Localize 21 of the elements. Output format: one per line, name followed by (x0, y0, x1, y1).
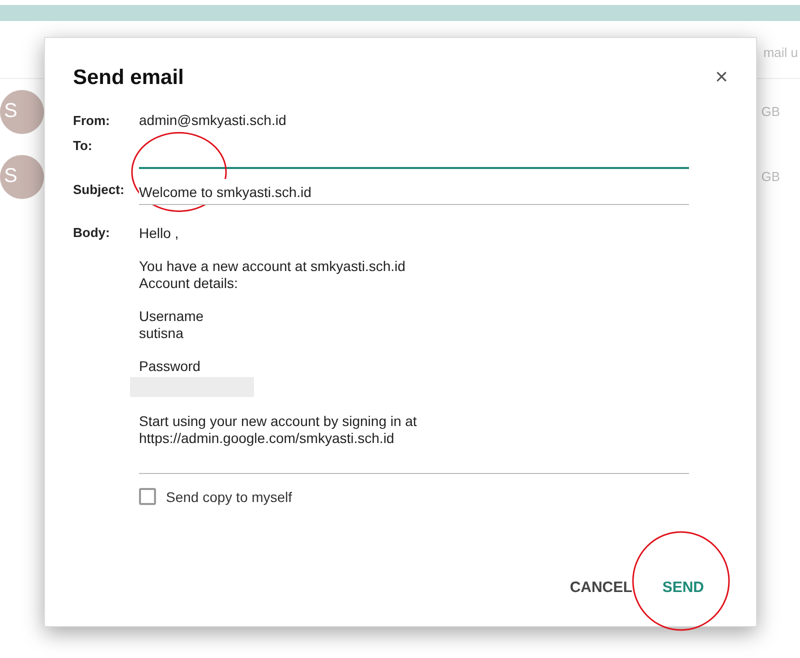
body-text: You have a new account at smkyasti.sch.id Account details: (139, 258, 406, 292)
body-text: Start using your new account by signing in at https://admin.google.com/smkyasti.sch.id (139, 413, 418, 447)
storage-size: GB (761, 104, 780, 119)
cancel-button[interactable]: CANCEL (562, 569, 640, 606)
field-label: To: (73, 138, 94, 155)
user-avatar: S (0, 90, 44, 134)
input-field[interactable]: Welcome to smkyasti.sch.id (139, 179, 689, 205)
field-label: Subject: (73, 182, 126, 199)
field-label: From: (73, 113, 111, 128)
column-header: mail u (763, 45, 798, 62)
checkbox-label: Send copy to myself (166, 488, 292, 504)
close-button[interactable]: × (715, 66, 728, 88)
sender-address: admin@smkyasti.sch.id (139, 112, 286, 128)
dialog-title: Send email (73, 66, 184, 90)
body-text: Password (139, 358, 202, 375)
field-label: Body: (73, 225, 111, 242)
user-avatar: S (0, 154, 44, 198)
checkbox[interactable] (139, 488, 156, 505)
body-text: Hello , (139, 225, 180, 242)
body-text: Username sutisna (139, 308, 205, 342)
storage-size: GB (761, 169, 780, 184)
